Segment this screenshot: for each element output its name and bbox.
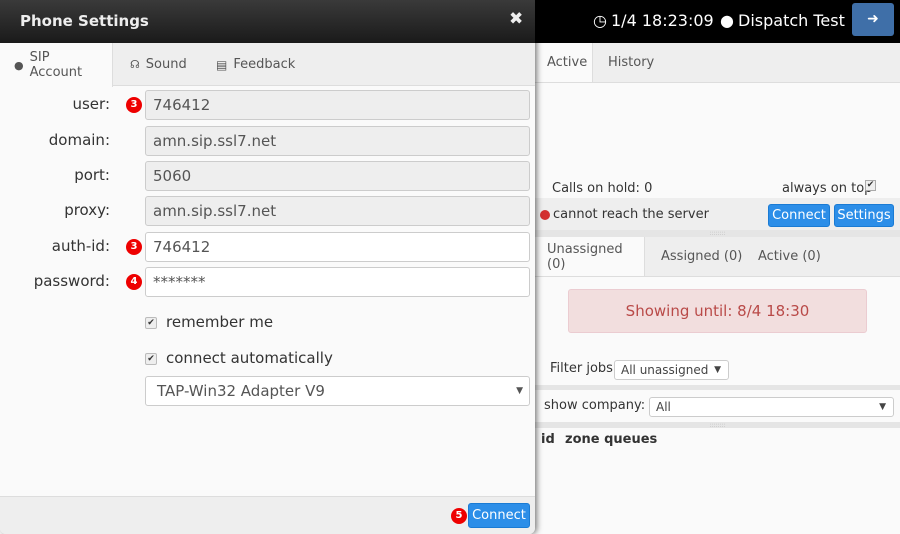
col-zone-queues[interactable]: zone queues: [565, 432, 657, 447]
field-label: port:: [74, 166, 110, 184]
col-id[interactable]: id: [541, 432, 555, 447]
connect-automatically-checkbox[interactable]: ✔: [145, 353, 157, 365]
sign-out-icon: ➜: [867, 11, 879, 27]
tab-unassigned[interactable]: Unassigned (0): [535, 237, 645, 276]
splitter-handle[interactable]: ::::::::: [535, 230, 900, 237]
field-label: password:: [33, 272, 110, 290]
logout-button[interactable]: ➜: [852, 3, 894, 36]
settings-button[interactable]: Settings: [834, 204, 894, 227]
step-badge: 3: [126, 239, 142, 255]
step-badge: 3: [126, 97, 142, 113]
tab-sip-account[interactable]: ● SIP Account: [0, 43, 113, 87]
tab-assigned[interactable]: Assigned (0): [649, 237, 754, 276]
always-on-top-label: always on top: [782, 181, 873, 196]
field-label: proxy:: [64, 201, 110, 219]
status-text: cannot reach the server: [553, 207, 709, 222]
clock-icon: ◷: [593, 11, 607, 30]
dialog-tabs: ● SIP Account ☊ Sound ▤ Feedback: [0, 43, 535, 87]
chevron-down-icon: ▼: [516, 386, 523, 396]
filter-jobs-select[interactable]: All unassigned ▼: [614, 360, 729, 380]
showing-until-alert: Showing until: 8/4 18:30: [568, 289, 867, 333]
field-input[interactable]: 746412: [145, 90, 530, 120]
headphones-icon: ☊: [130, 58, 140, 71]
show-company-label: show company:: [544, 398, 646, 413]
chevron-down-icon: ▼: [879, 402, 886, 412]
tab-history[interactable]: History: [596, 43, 666, 82]
filter-jobs-value: All unassigned: [621, 363, 709, 377]
step-badge: 5: [451, 508, 467, 524]
field-label: auth-id:: [51, 237, 110, 255]
connect-automatically-label: connect automatically: [166, 349, 333, 367]
filter-jobs-label: Filter jobs:: [550, 361, 618, 376]
job-tabs: Unassigned (0) Assigned (0) Active (0): [535, 237, 900, 277]
splitter-handle-2[interactable]: ::::::::: [535, 422, 900, 429]
field-input[interactable]: *******: [145, 267, 530, 297]
user-name: Dispatch Test: [738, 11, 845, 30]
adapter-value: TAP-Win32 Adapter V9: [157, 382, 325, 400]
field-input[interactable]: 5060: [145, 161, 530, 191]
chevron-down-icon: ▼: [714, 365, 721, 375]
main-tabs: Active History: [535, 43, 900, 83]
remember-me-label: remember me: [166, 313, 274, 331]
calls-on-hold: Calls on hold: 0: [552, 181, 653, 196]
tab-active[interactable]: Active: [535, 43, 593, 82]
tab-label: SIP Account: [29, 50, 83, 80]
tab-label: Sound: [145, 57, 187, 72]
tab-sound[interactable]: ☊ Sound: [116, 43, 201, 86]
dialog-header: Phone Settings ✖: [0, 0, 535, 43]
top-bar: ◷ 1/4 18:23:09 ● Dispatch Test ➜: [535, 0, 900, 43]
close-icon[interactable]: ✖: [509, 9, 523, 29]
network-adapter-select[interactable]: TAP-Win32 Adapter V9 ▼: [145, 376, 530, 406]
tab-feedback[interactable]: ▤ Feedback: [202, 43, 309, 86]
dialog-title: Phone Settings: [20, 12, 149, 30]
company-select[interactable]: All ▼: [649, 397, 894, 417]
user-icon: ●: [14, 58, 24, 72]
dialog-connect-button[interactable]: Connect: [468, 503, 530, 528]
step-badge: 4: [126, 274, 142, 290]
status-dot-icon: [540, 210, 550, 220]
remember-me-checkbox[interactable]: ✔: [145, 317, 157, 329]
phone-settings-dialog: Phone Settings ✖ ● SIP Account ☊ Sound ▤ Fe…: [0, 0, 535, 534]
field-input[interactable]: 746412: [145, 232, 530, 262]
field-input[interactable]: amn.sip.ssl7.net: [145, 126, 530, 156]
user-icon: ●: [720, 11, 734, 30]
field-input[interactable]: amn.sip.ssl7.net: [145, 196, 530, 226]
field-label: user:: [72, 95, 110, 113]
tab-active-jobs[interactable]: Active (0): [746, 237, 833, 276]
field-label: domain:: [48, 131, 110, 149]
connect-button[interactable]: Connect: [768, 204, 830, 227]
divider: [535, 385, 900, 390]
document-icon: ▤: [216, 57, 228, 72]
clock-text: 1/4 18:23:09: [611, 11, 714, 30]
tab-label: Feedback: [233, 57, 296, 72]
company-value: All: [656, 400, 671, 414]
always-on-top-checkbox[interactable]: ✔: [865, 180, 876, 191]
